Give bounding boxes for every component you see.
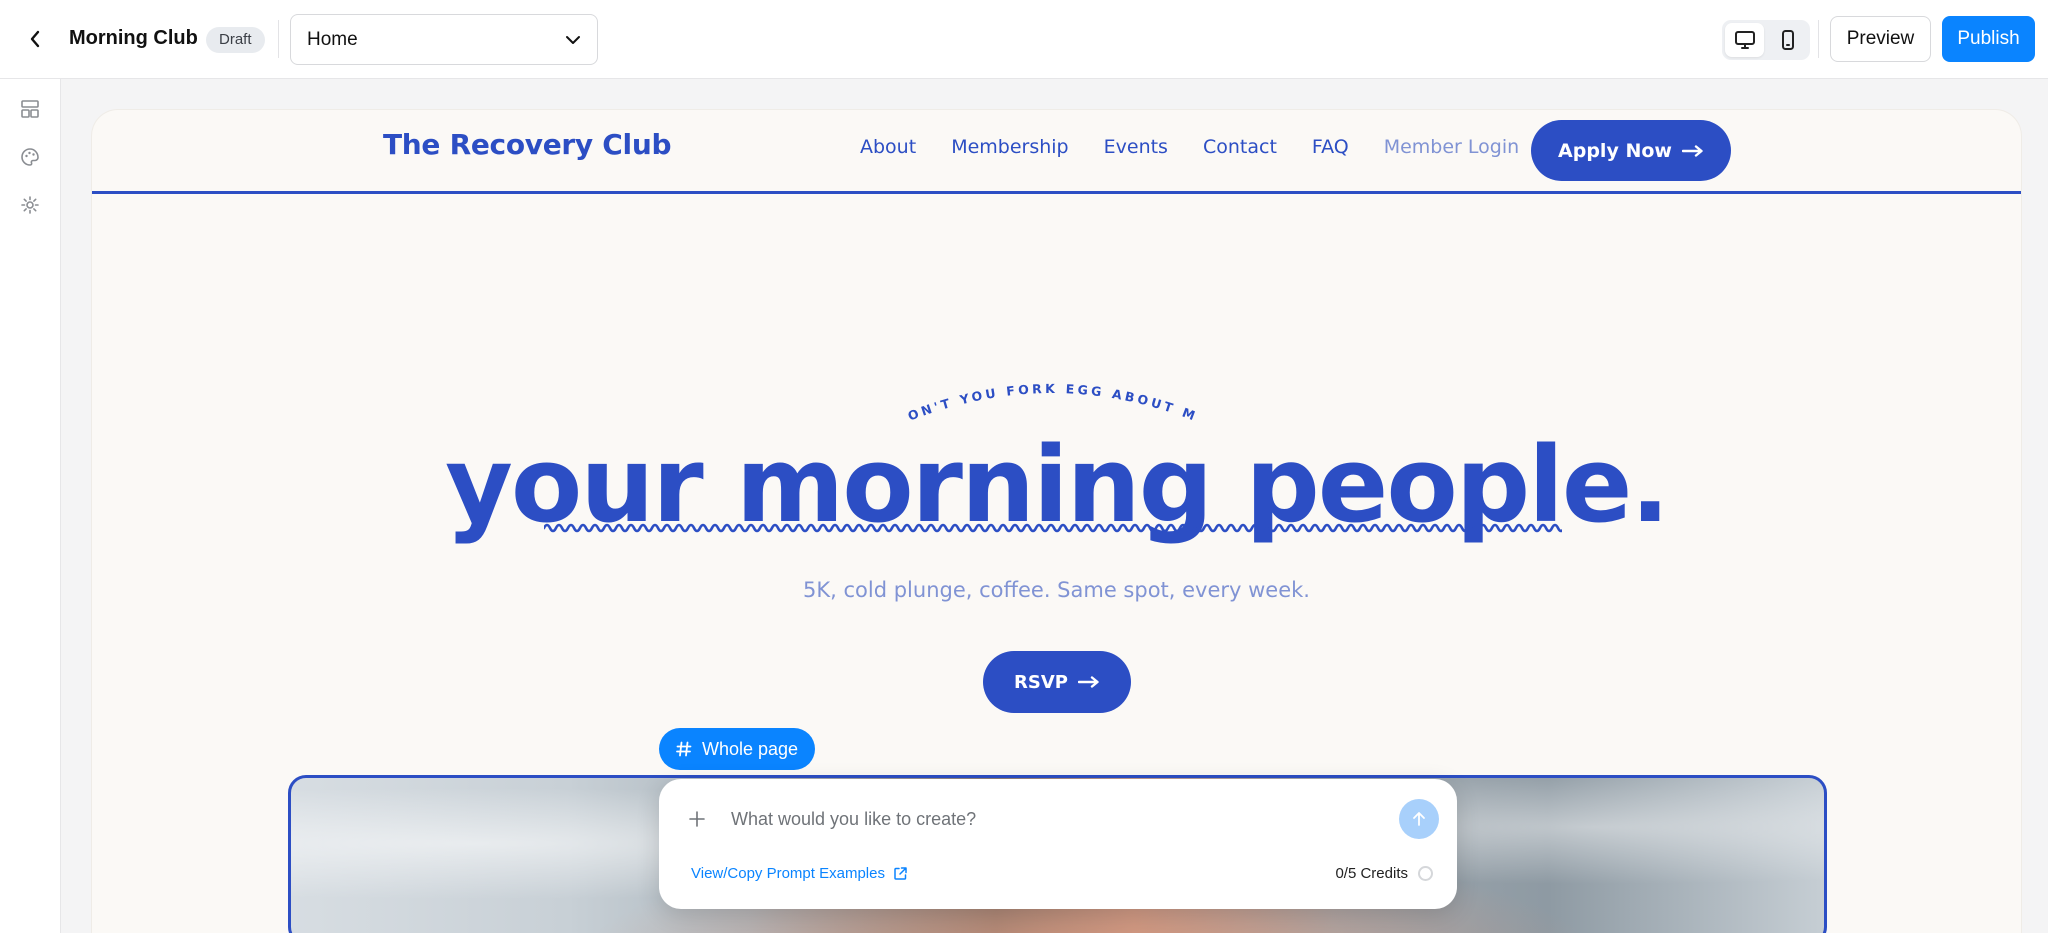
back-button[interactable] [20,24,50,54]
credits-text: 0/5 Credits [1335,865,1408,882]
svg-text:DON'T YOU FORK EGG ABOUT ME: DON'T YOU FORK EGG ABOUT ME [902,358,1200,424]
credits-progress-icon [1418,866,1433,881]
rsvp-label: RSVP [1014,671,1068,693]
nav-link-events[interactable]: Events [1104,136,1168,158]
chevron-left-icon [30,30,40,48]
device-toggle [1722,20,1810,60]
page-selector-value: Home [307,28,358,50]
status-badge: Draft [206,27,265,53]
plus-icon [689,811,705,827]
prompt-examples-label: View/Copy Prompt Examples [691,865,885,882]
publish-button[interactable]: Publish [1942,16,2035,62]
mobile-view-button[interactable] [1768,23,1807,57]
external-link-icon [894,867,907,880]
apply-now-button[interactable]: Apply Now [1531,120,1731,181]
arrow-up-icon [1413,812,1425,826]
prompt-examples-link[interactable]: View/Copy Prompt Examples [691,865,908,882]
hero-tagline: DON'T YOU FORK EGG ABOUT ME [902,358,1200,424]
desktop-icon [1734,31,1755,49]
layout-icon [21,100,39,118]
divider [278,20,279,58]
site-name: Morning Club [69,27,198,49]
prompt-input[interactable] [731,803,1351,835]
desktop-view-button[interactable] [1725,23,1764,57]
sections-button[interactable] [16,95,44,123]
gear-icon [21,196,39,214]
hero-subtitle: 5K, cold plunge, coffee. Same spot, ever… [803,578,1310,602]
site-nav: About Membership Events Contact FAQ Memb… [860,136,1554,158]
apply-now-label: Apply Now [1558,139,1672,162]
nav-link-about[interactable]: About [860,136,916,158]
attach-button[interactable] [685,807,709,831]
scope-chip[interactable]: Whole page [659,728,815,770]
left-rail [0,79,61,933]
hash-icon [676,741,692,757]
rsvp-button[interactable]: RSVP [983,651,1131,713]
hero-tagline-text: DON'T YOU FORK EGG ABOUT ME [902,358,1197,424]
mobile-icon [1781,30,1794,50]
credits-indicator: 0/5 Credits [1335,865,1433,882]
divider [1818,20,1819,58]
palette-icon [21,148,39,166]
site-brand[interactable]: The Recovery Club [383,128,672,161]
nav-link-member-login[interactable]: Member Login [1384,136,1519,158]
settings-button[interactable] [16,191,44,219]
nav-link-contact[interactable]: Contact [1203,136,1277,158]
send-button[interactable] [1399,799,1439,839]
theme-button[interactable] [16,143,44,171]
arrow-right-icon [1681,144,1703,157]
preview-button[interactable]: Preview [1830,16,1931,62]
site-header: The Recovery Club About Membership Event… [92,110,2021,194]
nav-link-faq[interactable]: FAQ [1312,136,1349,158]
scope-chip-label: Whole page [701,738,799,759]
arrow-right-icon [1077,676,1099,688]
page-selector[interactable]: Home [290,14,598,65]
ai-prompt-panel: View/Copy Prompt Examples 0/5 Credits [659,779,1457,909]
editor-toolbar: Morning Club Draft Home Preview Publish [0,0,2048,79]
chevron-down-icon [566,35,580,44]
nav-link-membership[interactable]: Membership [951,136,1068,158]
squiggle-underline [544,523,1562,533]
